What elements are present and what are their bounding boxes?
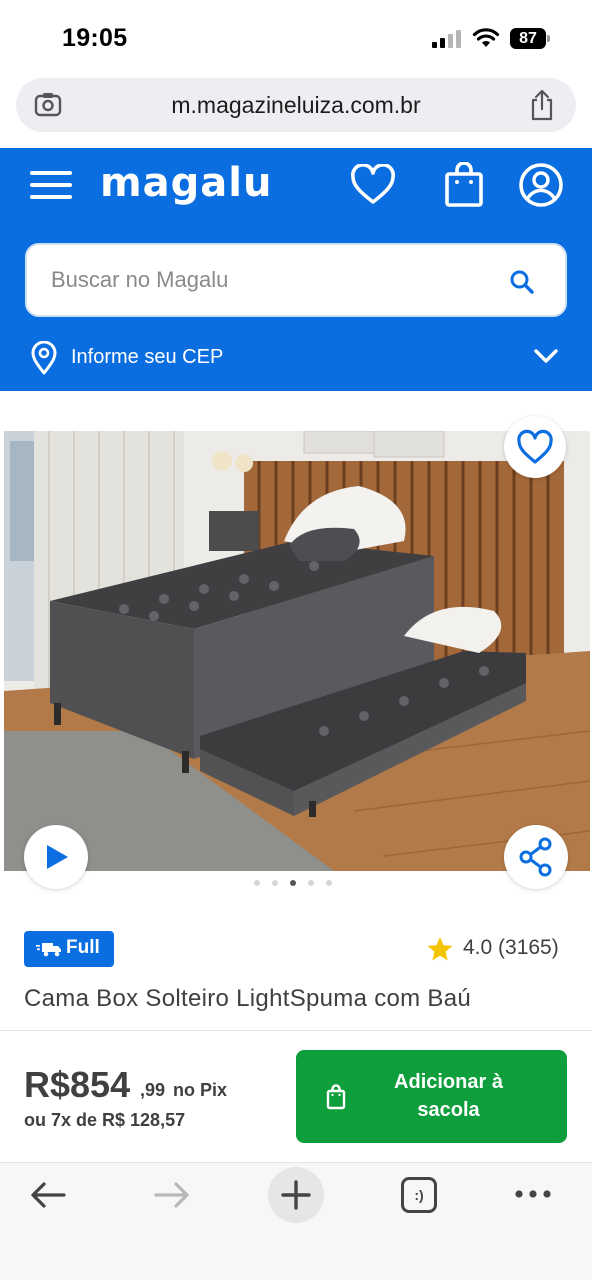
- carousel-dot[interactable]: [308, 880, 314, 886]
- heart-icon: [517, 429, 553, 464]
- carousel-dot[interactable]: [254, 880, 260, 886]
- url-text[interactable]: m.magazineluiza.com.br: [16, 78, 576, 132]
- carousel-dot[interactable]: [326, 880, 332, 886]
- cep-label[interactable]: Informe seu CEP: [71, 346, 223, 369]
- battery-tip: [547, 35, 550, 42]
- product-title: Cama Box Solteiro LightSpuma com Baú: [24, 985, 472, 1012]
- tabs-button[interactable]: :): [401, 1177, 437, 1213]
- favorite-button[interactable]: [504, 416, 566, 478]
- shopping-bag-icon[interactable]: [444, 162, 484, 208]
- carousel-dot[interactable]: [290, 880, 296, 886]
- wifi-icon: [472, 28, 500, 47]
- carousel-indicator: [254, 880, 344, 890]
- plus-icon: [281, 1180, 311, 1210]
- carousel-dot[interactable]: [272, 880, 278, 886]
- hamburger-menu-icon[interactable]: [30, 170, 72, 200]
- user-account-icon[interactable]: [518, 162, 564, 208]
- star-icon: [427, 937, 453, 961]
- share-icon: [519, 837, 552, 877]
- share-icon[interactable]: [528, 89, 556, 121]
- cellular-signal-icon: [432, 30, 461, 48]
- product-photo[interactable]: [4, 431, 590, 871]
- status-bar: 19:05 87: [0, 0, 592, 78]
- play-icon: [47, 845, 68, 869]
- back-arrow-icon[interactable]: [28, 1180, 68, 1210]
- price-payment-method: no Pix: [173, 1080, 228, 1100]
- chevron-down-icon[interactable]: [532, 346, 560, 366]
- add-to-bag-button[interactable]: Adicionar à sacola: [296, 1050, 567, 1143]
- shopping-bag-icon: [326, 1084, 346, 1110]
- full-badge: Full: [24, 931, 114, 967]
- price-main: R$854: [24, 1064, 131, 1105]
- more-options-icon[interactable]: [514, 1188, 552, 1200]
- truck-icon: [36, 943, 61, 957]
- price-cents: ,99: [140, 1080, 166, 1100]
- search-icon[interactable]: [509, 269, 535, 295]
- battery-indicator: 87: [510, 28, 552, 49]
- heart-icon[interactable]: [350, 164, 396, 206]
- location-pin-icon[interactable]: [30, 341, 58, 375]
- search-input[interactable]: [51, 245, 491, 315]
- clock: 19:05: [62, 24, 128, 52]
- add-to-bag-label: Adicionar à sacola: [394, 1071, 503, 1121]
- forward-arrow-icon[interactable]: [152, 1180, 192, 1210]
- new-tab-button[interactable]: [268, 1167, 324, 1223]
- battery-level: 87: [510, 28, 546, 49]
- address-bar[interactable]: m.magazineluiza.com.br: [16, 78, 576, 132]
- tabs-label: :): [414, 1187, 424, 1203]
- installment-text: ou 7x de R$ 128,57: [24, 1110, 186, 1130]
- play-video-button[interactable]: [24, 825, 88, 889]
- share-product-button[interactable]: [504, 825, 568, 889]
- rating-text[interactable]: 4.0 (3165): [463, 936, 559, 960]
- search-box[interactable]: [25, 243, 567, 317]
- full-badge-label: Full: [66, 937, 100, 958]
- magalu-logo[interactable]: magalu: [100, 160, 272, 206]
